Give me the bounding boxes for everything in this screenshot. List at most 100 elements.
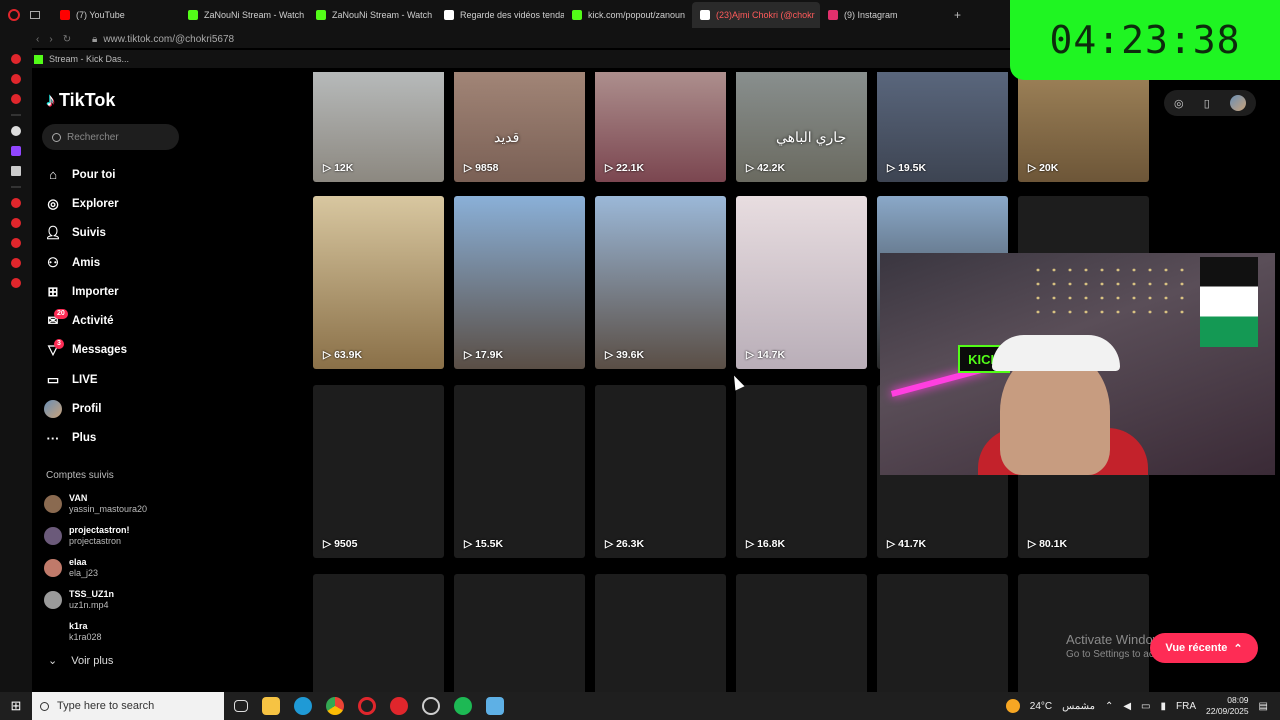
spotify-icon[interactable] [454,697,472,715]
chevron-up-icon[interactable]: ⌃ [1105,701,1113,712]
language-indicator[interactable]: FRA [1176,701,1196,712]
video-thumbnail[interactable]: ▷ 39.6K [595,196,726,369]
play-icon: ▷ [605,162,614,174]
see-more-button[interactable]: ⌄ Voir plus [48,654,113,668]
tab-favicon-icon [188,10,198,20]
bookmark-icon[interactable] [11,218,21,228]
downloads-icon[interactable] [11,238,21,248]
recent-view-button[interactable]: Vue récente ⌃ [1150,633,1258,663]
video-thumbnail[interactable]: ▷ 16.8K [736,385,867,558]
nav-item[interactable]: 👤︎ Suivis [42,219,192,248]
nav-item[interactable]: Profil [42,394,192,423]
file-explorer-icon[interactable] [262,697,280,715]
bookmark-item[interactable]: Stream - Kick Das... [49,54,129,64]
clock[interactable]: 08:09 22/09/2025 [1206,695,1249,717]
avatar [44,623,62,641]
app-active-icon[interactable] [486,697,504,715]
new-tab-button[interactable]: + [954,8,961,22]
app-icon[interactable] [422,697,440,715]
video-thumbnail[interactable] [313,574,444,692]
browser-tab[interactable]: Regarde des vidéos tendan [436,2,564,28]
video-thumbnail[interactable]: ▷ 22.1K [595,72,726,182]
video-thumbnail[interactable]: ▷ 20K [1018,72,1149,182]
notification-icon[interactable]: ▤ [1259,701,1268,712]
back-icon[interactable]: ‹ [36,34,39,45]
forward-icon[interactable]: › [49,34,52,45]
view-count-value: 22.1K [616,162,645,174]
nav-item[interactable]: ▽ 3 Messages [42,336,192,365]
view-count: ▷ 41.7K [887,538,926,550]
taskbar-search-input[interactable]: Type here to search [32,692,224,720]
play-icon: ▷ [323,538,332,550]
followed-account[interactable]: elaa ela_j23 [44,552,194,584]
tiktok-logo[interactable]: ♪ TikTok [46,90,115,111]
x-icon[interactable] [11,166,21,176]
video-thumbnail[interactable] [736,574,867,692]
video-thumbnail[interactable]: ▷ 9505 [313,385,444,558]
weather-temp[interactable]: 24°C [1030,701,1052,712]
browser-tab[interactable]: (7) YouTube [52,2,180,28]
tv-icon[interactable]: ▯ [1204,97,1210,110]
nav-item[interactable]: ⊞ Importer [42,277,192,306]
video-thumbnail[interactable] [877,574,1008,692]
chrome-icon[interactable] [326,697,344,715]
coins-icon[interactable]: ◎ [1174,97,1184,110]
network-icon[interactable]: ▭ [1141,701,1150,712]
video-thumbnail[interactable]: قديد ▷ 9858 [454,72,585,182]
url-field[interactable]: www.tiktok.com/@chokri5678 [103,34,234,45]
clock-date: 22/09/2025 [1206,706,1249,716]
opera-logo-icon[interactable] [8,9,20,21]
search-input[interactable]: Rechercher [42,124,179,150]
nav-item[interactable]: ⌂ Pour toi [42,160,192,189]
video-thumbnail[interactable]: ▷ 26.3K [595,385,726,558]
browser-tab[interactable]: kick.com/popout/zanoun [564,2,692,28]
nav-item[interactable]: ··· Plus [42,424,192,453]
messenger-icon[interactable] [11,54,21,64]
video-thumbnail[interactable]: ▷ 19.5K [877,72,1008,182]
video-thumbnail[interactable] [454,574,585,692]
followed-account[interactable]: VAN yassin_mastoura20 [44,488,194,520]
whatsapp-icon[interactable] [11,74,21,84]
video-thumbnail[interactable]: ▷ 12K [313,72,444,182]
browser-tab[interactable]: ZaNouNi Stream - Watch [308,2,436,28]
video-thumbnail[interactable]: ▷ 17.9K [454,196,585,369]
tab-favicon-icon [316,10,326,20]
clock-time: 08:09 [1227,695,1249,705]
opera-gx-icon[interactable] [390,697,408,715]
twitch-icon[interactable] [11,146,21,156]
video-thumbnail[interactable]: جاري الباهي ▷ 42.2K [736,72,867,182]
browser-tab[interactable]: (23)Ajmi Chokri (@chokr [692,2,820,28]
video-thumbnail[interactable]: ▷ 14.7K [736,196,867,369]
history-icon[interactable] [11,198,21,208]
reload-icon[interactable]: ↻ [63,34,71,45]
nav-item[interactable]: ◎ Explorer [42,189,192,218]
opera-icon[interactable] [358,697,376,715]
browser-tab[interactable]: ZaNouNi Stream - Watch [180,2,308,28]
nav-item[interactable]: ⚇ Amis [42,248,192,277]
aria-icon[interactable] [11,126,21,136]
followed-account[interactable]: k1ra k1ra028 [44,616,194,648]
windows-start-icon[interactable]: ⊞ [0,698,32,714]
edge-icon[interactable] [294,697,312,715]
video-thumbnail[interactable]: ▷ 15.5K [454,385,585,558]
profile-avatar[interactable] [1229,95,1246,111]
followed-account[interactable]: projectastron! projectastron [44,520,194,552]
video-thumbnail[interactable] [595,574,726,692]
play-icon: ▷ [605,538,614,550]
flag [1200,257,1258,347]
view-count-value: 80.1K [1039,538,1068,550]
nav-item[interactable]: ▭ LIVE [42,365,192,394]
followed-account[interactable]: TSS_UZ1n uz1n.mp4 [44,584,194,616]
nav-item[interactable]: ✉ 20 Activité [42,306,192,335]
video-thumbnail[interactable]: ▷ 63.9K [313,196,444,369]
task-view-icon[interactable] [234,700,248,712]
mic-icon[interactable]: ▮ [1160,701,1166,712]
speaker-icon[interactable]: ◀︎ [1123,701,1131,712]
divider-icon [11,186,21,188]
view-count-value: 9858 [475,162,499,174]
browser-tab[interactable]: (9) Instagram [820,2,948,28]
extensions-icon[interactable] [11,258,21,268]
instagram-icon[interactable] [11,94,21,104]
settings-icon[interactable] [11,278,21,288]
tab-stack-icon[interactable] [30,11,40,19]
